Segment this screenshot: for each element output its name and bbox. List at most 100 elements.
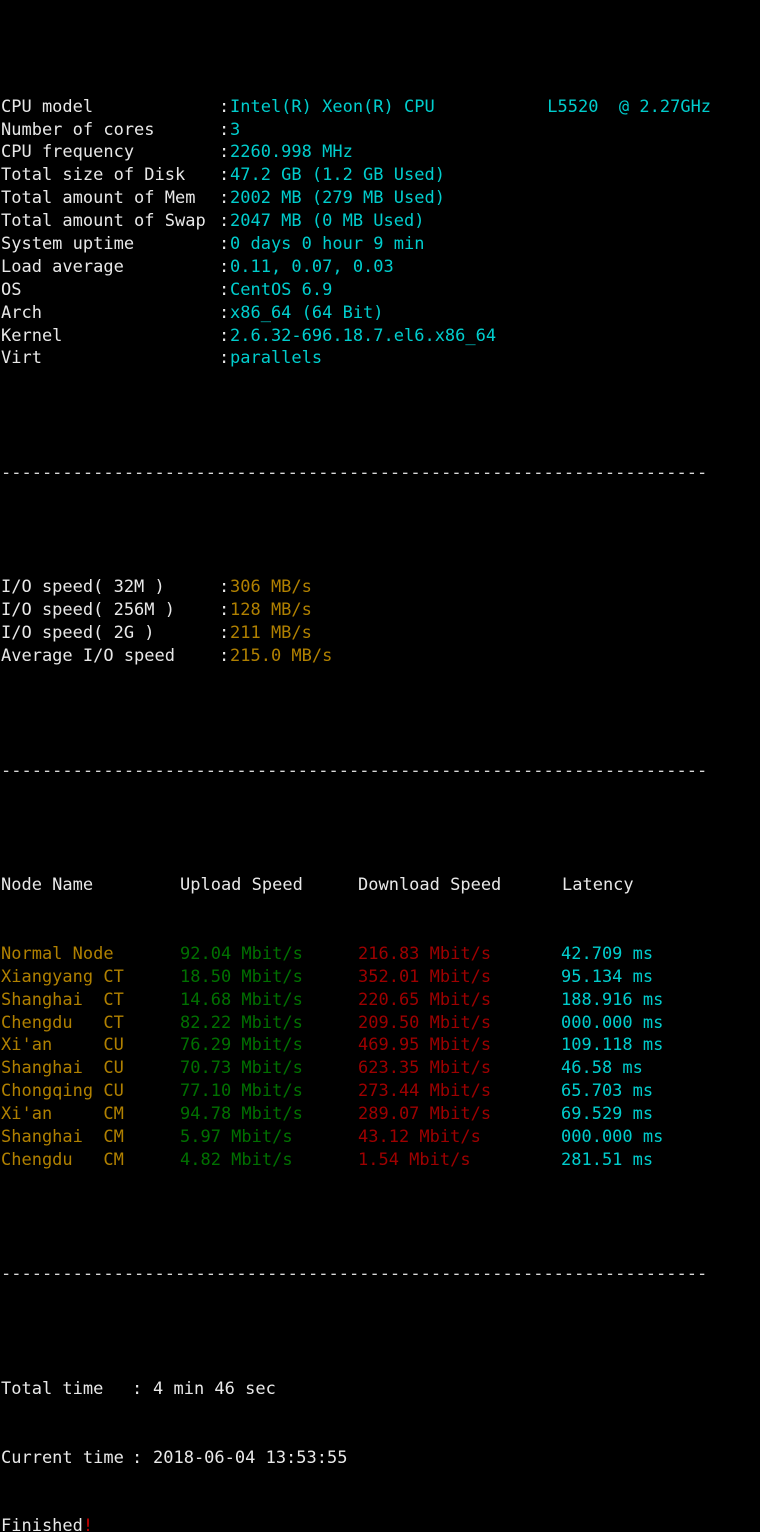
finished-exclamation: ! [82, 1516, 94, 1532]
system-info-value: 3 [230, 119, 241, 140]
system-info-label: System uptime [1, 233, 135, 254]
system-info-label: Virt [1, 348, 42, 369]
cell-upload-speed: 94.78 Mbit/s [180, 1104, 303, 1125]
system-info-value: 2.6.32-696.18.7.el6.x86_64 [230, 325, 497, 346]
speedtest-table-body: Normal Node 92.04 Mbit/s 216.83 Mbit/s 42.7… [1, 943, 760, 1172]
system-info-label: Total size of Disk [1, 165, 186, 186]
system-info-row: Arch: x86_64 (64 Bit) [1, 302, 760, 325]
io-speed-row: I/O speed( 2G ):211 MB/s [1, 622, 760, 645]
io-speed-colon: : [219, 646, 230, 667]
header-node-name: Node Name [1, 875, 94, 896]
current-time-value: 2018-06-04 13:53:55 [153, 1447, 348, 1468]
total-time-row: Total time : 4 min 46 sec [1, 1378, 760, 1401]
cell-download-speed: 209.50 Mbit/s [358, 1012, 492, 1033]
cell-download-speed: 352.01 Mbit/s [358, 966, 492, 987]
table-row: Shanghai CT 14.68 Mbit/s 220.65 Mbit/s 188.… [1, 989, 760, 1012]
system-info-label: Arch [1, 302, 42, 323]
system-info-label: Total amount of Mem [1, 188, 196, 209]
system-info-label: OS [1, 279, 22, 300]
cell-download-speed: 623.35 Mbit/s [358, 1058, 492, 1079]
separator-line-1: ----------------------------------------… [1, 462, 708, 483]
system-info-value: x86_64 (64 Bit) [230, 302, 384, 323]
cell-latency: 109.118 ms [561, 1035, 664, 1056]
table-row: Chengdu CT 82.22 Mbit/s 209.50 Mbit/s 000.0… [1, 1012, 760, 1035]
system-info-row: Total size of Disk:47.2 GB (1.2 GB Used) [1, 164, 760, 187]
current-time-row: Current time : 2018-06-04 13:53:55 [1, 1447, 760, 1470]
system-info-row: Total amount of Swap:2047 MB (0 MB Used) [1, 210, 760, 233]
system-info-value: 2047 MB (0 MB Used) [230, 211, 425, 232]
cell-upload-speed: 5.97 Mbit/s [180, 1126, 293, 1147]
system-info-row: CPU frequency:2260.998 MHz [1, 141, 760, 164]
cell-latency: 42.709 ms [561, 943, 654, 964]
cell-download-speed: 43.12 Mbit/s [358, 1126, 481, 1147]
cell-node-name: Chengdu CM [1, 1149, 124, 1170]
cell-upload-speed: 92.04 Mbit/s [180, 943, 303, 964]
cell-download-speed: 289.07 Mbit/s [358, 1104, 492, 1125]
system-info-label: CPU model [1, 96, 94, 117]
cell-node-name: Xi'an CU [1, 1035, 124, 1056]
system-info-colon: : [219, 256, 230, 277]
system-info-label: Kernel [1, 325, 63, 346]
system-info-value: 0.11, 0.07, 0.03 [230, 256, 394, 277]
io-speed-value: 306 MB/s [230, 577, 312, 598]
separator-line-3: ----------------------------------------… [1, 1264, 708, 1285]
system-info-colon: : [219, 188, 230, 209]
system-info-row: OS: CentOS 6.9 [1, 279, 760, 302]
table-row: Xi'an CU 76.29 Mbit/s 469.95 Mbit/s 109.118… [1, 1034, 760, 1057]
current-time-colon: : [132, 1447, 143, 1468]
system-info-value: CentOS 6.9 [230, 279, 333, 300]
io-speed-block: I/O speed( 32M ):306 MB/s I/O speed( 256M… [1, 576, 760, 668]
terminal-output: CPU model: Intel(R) Xeon(R) CPU L5520 @ 2… [0, 0, 760, 1532]
system-info-row: Number of cores:3 [1, 119, 760, 142]
system-info-label: Load average [1, 256, 124, 277]
cell-download-speed: 469.95 Mbit/s [358, 1035, 492, 1056]
system-info-block: CPU model: Intel(R) Xeon(R) CPU L5520 @ 2… [1, 96, 760, 371]
cell-node-name: Xi'an CM [1, 1104, 124, 1125]
system-info-value: 0 days 0 hour 9 min [230, 233, 425, 254]
cell-upload-speed: 70.73 Mbit/s [180, 1058, 303, 1079]
system-info-label: Total amount of Swap [1, 211, 206, 232]
system-info-colon: : [219, 165, 230, 186]
cell-node-name: Xiangyang CT [1, 966, 124, 987]
system-info-value: 2260.998 MHz [230, 142, 353, 163]
system-info-value: parallels [230, 348, 323, 369]
io-speed-row: I/O speed( 256M ):128 MB/s [1, 599, 760, 622]
cell-node-name: Normal Node [1, 943, 114, 964]
table-row: Xi'an CM 94.78 Mbit/s 289.07 Mbit/s 69.529 … [1, 1103, 760, 1126]
system-info-row: Kernel:2.6.32-696.18.7.el6.x86_64 [1, 325, 760, 348]
cell-node-name: Shanghai CU [1, 1058, 124, 1079]
io-speed-colon: : [219, 623, 230, 644]
io-speed-colon: : [219, 577, 230, 598]
header-download-speed: Download Speed [358, 875, 502, 896]
io-speed-value: 215.0 MB/s [230, 646, 333, 667]
cell-latency: 46.58 ms [561, 1058, 643, 1079]
system-info-colon: : [219, 211, 230, 232]
system-info-label: Number of cores [1, 119, 155, 140]
system-info-colon: : [219, 348, 230, 369]
finished-row: Finished! [1, 1515, 760, 1532]
system-info-colon: : [219, 142, 230, 163]
cell-latency: 000.000 ms [561, 1126, 664, 1147]
system-info-row: Virt: parallels [1, 347, 760, 370]
io-speed-row: I/O speed( 32M ):306 MB/s [1, 576, 760, 599]
cell-node-name: Chongqing CU [1, 1081, 124, 1102]
cell-upload-speed: 77.10 Mbit/s [180, 1081, 303, 1102]
table-row: Shanghai CU 70.73 Mbit/s 623.35 Mbit/s 46.5… [1, 1057, 760, 1080]
system-info-colon: : [219, 302, 230, 323]
table-row: Chengdu CM 4.82 Mbit/s 1.54 Mbit/s 281.51 m… [1, 1149, 760, 1172]
table-row: Chongqing CU 77.10 Mbit/s 273.44 Mbit/s 65.… [1, 1080, 760, 1103]
system-info-row: Total amount of Mem:2002 MB (279 MB Used… [1, 187, 760, 210]
speedtest-table-header: Node Name Upload Speed Download Speed La… [1, 874, 760, 897]
total-time-colon: : [132, 1378, 143, 1399]
cell-latency: 65.703 ms [561, 1081, 654, 1102]
cell-latency: 188.916 ms [561, 989, 664, 1010]
system-info-row: CPU model: Intel(R) Xeon(R) CPU L5520 @ 2… [1, 96, 760, 119]
io-speed-label: Average I/O speed [1, 646, 175, 667]
header-upload-speed: Upload Speed [180, 875, 303, 896]
system-info-colon: : [219, 96, 230, 117]
system-info-value: 47.2 GB (1.2 GB Used) [230, 165, 445, 186]
io-speed-value: 128 MB/s [230, 600, 312, 621]
total-time-label: Total time [1, 1378, 104, 1399]
cell-download-speed: 216.83 Mbit/s [358, 943, 492, 964]
cell-node-name: Chengdu CT [1, 1012, 124, 1033]
